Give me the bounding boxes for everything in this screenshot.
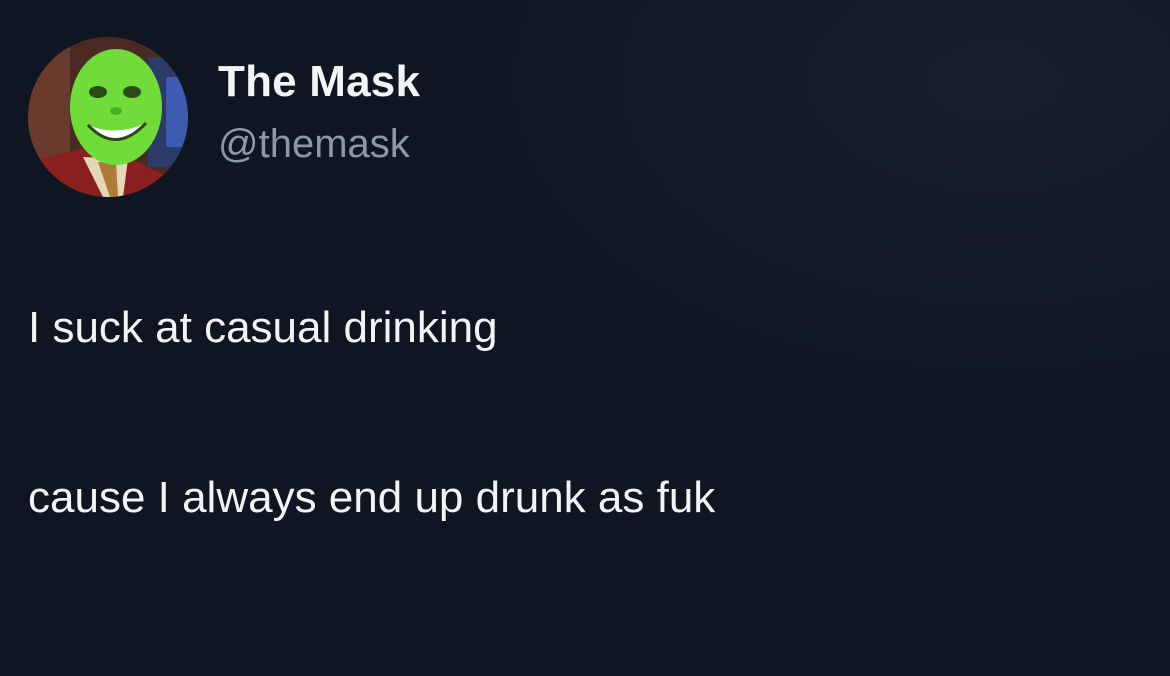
author-names: The Mask @themask <box>218 56 420 170</box>
tweet-text-line: cause I always end up drunk as fuk <box>28 473 716 522</box>
tweet-header: The Mask @themask <box>28 37 420 197</box>
tweet-card: The Mask @themask I suck at casual drink… <box>0 0 1170 676</box>
display-name[interactable]: The Mask <box>218 56 420 108</box>
tweet-text-line: I suck at casual drinking <box>28 303 498 352</box>
green-mask-face-icon <box>28 37 188 197</box>
handle[interactable]: @themask <box>218 118 420 170</box>
avatar[interactable] <box>28 37 188 197</box>
tweet-text: I suck at casual drinking cause I always… <box>28 300 1138 526</box>
